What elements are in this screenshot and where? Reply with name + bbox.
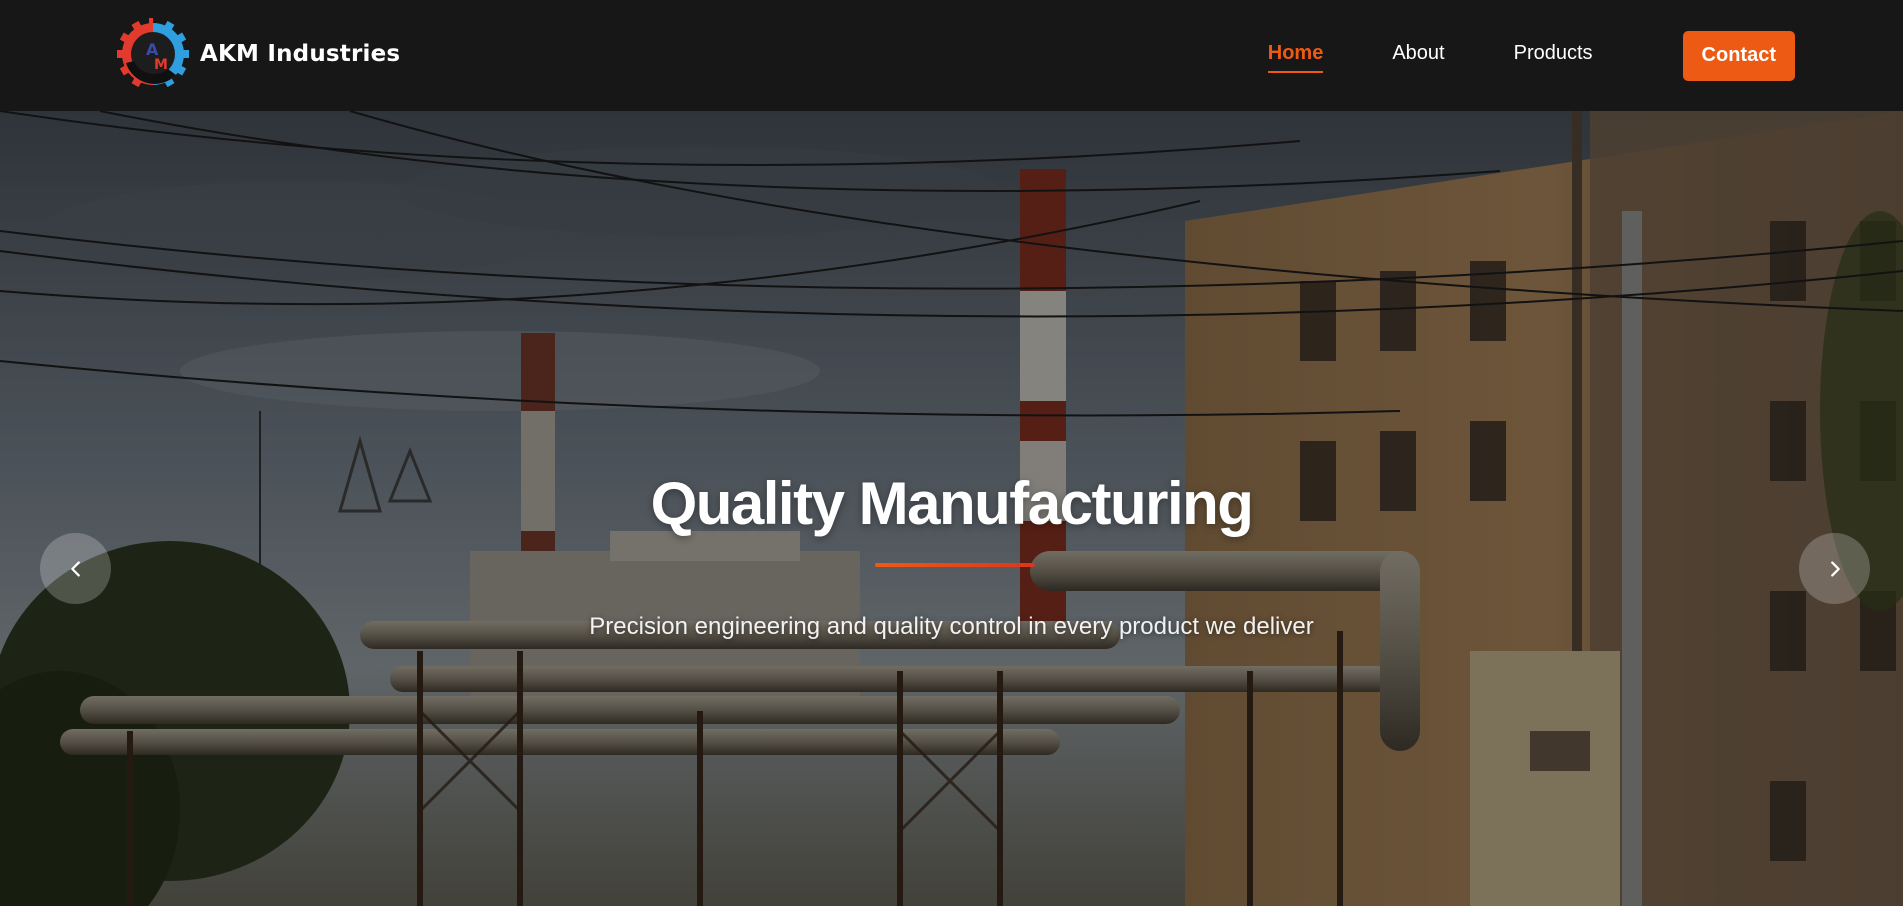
svg-text:M: M [154,57,168,73]
chevron-left-icon [70,560,80,577]
main-nav: Home About Products Contact [1267,0,1795,111]
site-header: A M AKM Industries Home About Products C… [0,0,1903,111]
hero-content: Quality Manufacturing Precision engineer… [0,111,1903,906]
hero-divider [875,563,1035,567]
hero-title: Quality Manufacturing [650,470,1254,537]
slider-prev-button[interactable] [40,533,111,604]
hero-subtitle: Precision engineering and quality contro… [589,613,1314,640]
brand[interactable]: A M AKM Industries [116,17,400,91]
slider-next-button[interactable] [1799,533,1870,604]
nav-link-about[interactable]: About [1392,38,1444,73]
nav-link-home[interactable]: Home [1267,38,1324,73]
gear-logo-icon: A M [117,18,189,88]
nav-link-products[interactable]: Products [1514,38,1593,73]
hero-slider: Quality Manufacturing Precision engineer… [0,111,1903,906]
chevron-right-icon [1830,560,1840,577]
contact-button[interactable]: Contact [1682,30,1795,81]
brand-name: AKM Industries [200,41,401,67]
